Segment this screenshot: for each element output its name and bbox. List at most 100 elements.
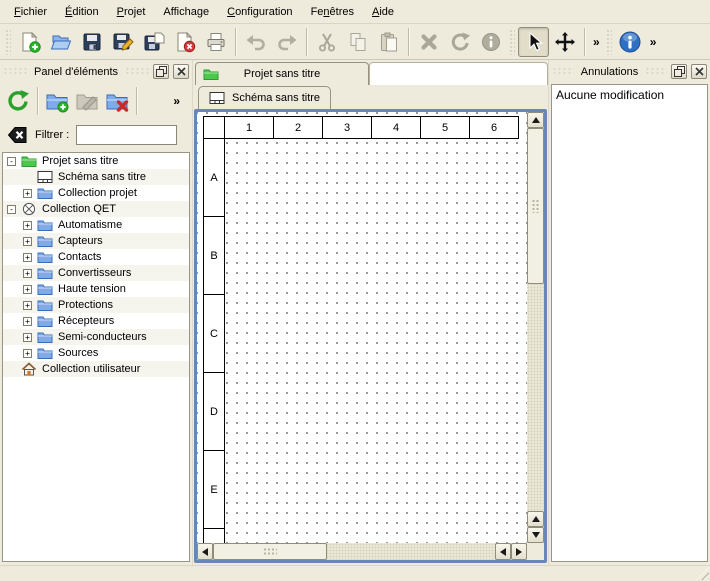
open-project-button[interactable] (45, 27, 76, 57)
menu-fenetres[interactable]: Fenêtres (302, 2, 363, 22)
elements-panel-title: Panel d'éléments (31, 66, 121, 78)
menu-projet[interactable]: Projet (108, 2, 155, 22)
horizontal-scrollbar[interactable] (197, 543, 527, 560)
tree-item-protections[interactable]: + Protections (3, 297, 189, 313)
expander-icon[interactable]: + (23, 221, 32, 230)
expander-icon[interactable]: + (23, 237, 32, 246)
expander-icon[interactable]: + (23, 285, 32, 294)
float-panel-button[interactable] (671, 64, 687, 79)
delete-category-button[interactable] (102, 86, 132, 116)
tab-schema-sans-titre[interactable]: Schéma sans titre (198, 86, 331, 109)
tree-item-capteurs[interactable]: + Capteurs (3, 233, 189, 249)
vertical-scroll-thumb[interactable] (527, 128, 544, 284)
vertical-scrollbar[interactable] (527, 112, 544, 543)
folder-icon (37, 330, 53, 344)
expander-icon[interactable]: + (23, 301, 32, 310)
expander-icon[interactable]: + (23, 317, 32, 326)
expander-icon[interactable]: + (23, 333, 32, 342)
vertical-scroll-track[interactable] (527, 284, 544, 511)
about-button[interactable] (615, 27, 646, 57)
diagram-canvas[interactable]: 1 2 3 4 5 6 A B C D E (197, 112, 527, 543)
menu-affichage[interactable]: Affichage (154, 2, 218, 22)
tab-bar-empty-area (369, 62, 548, 85)
toolbar-grip[interactable] (509, 29, 515, 55)
close-panel-button[interactable] (173, 64, 189, 79)
dock-grip[interactable] (645, 67, 667, 76)
toolbar-overflow-button[interactable]: » (646, 35, 660, 49)
elements-panel-titlebar[interactable]: Panel d'éléments (0, 60, 192, 82)
tree-item-haute-tension[interactable]: + Haute tension (3, 281, 189, 297)
cut-button[interactable] (311, 27, 342, 57)
tree-item-contacts[interactable]: + Contacts (3, 249, 189, 265)
tree-item-recepteurs[interactable]: + Récepteurs (3, 313, 189, 329)
tab-projet-sans-titre[interactable]: Projet sans titre (195, 62, 369, 85)
select-mode-button[interactable] (518, 27, 549, 57)
dock-grip[interactable] (125, 67, 149, 76)
save-button[interactable] (76, 27, 107, 57)
dock-grip[interactable] (552, 67, 574, 76)
dock-grip[interactable] (3, 67, 27, 76)
tree-item-semi-conducteurs[interactable]: + Semi-conducteurs (3, 329, 189, 345)
tree-item-collection-projet[interactable]: + Collection projet (3, 185, 189, 201)
menu-aide[interactable]: Aide (363, 2, 403, 22)
tree-item-label: Collection QET (42, 203, 116, 215)
close-file-button[interactable] (169, 27, 200, 57)
toolbar-overflow-button[interactable]: » (589, 35, 603, 49)
properties-button[interactable] (475, 27, 506, 57)
undo-history-list[interactable]: Aucune modification (551, 84, 708, 562)
undo-list-item[interactable]: Aucune modification (556, 88, 703, 102)
redo-button[interactable] (271, 27, 302, 57)
expander-icon[interactable]: + (23, 269, 32, 278)
scroll-up-button[interactable] (527, 112, 544, 128)
undo-panel-titlebar[interactable]: Annulations (549, 60, 710, 82)
tree-item-schema-sans-titre[interactable]: Schéma sans titre (3, 169, 189, 185)
scroll-up-button[interactable] (527, 511, 544, 527)
expander-icon[interactable]: - (7, 205, 16, 214)
tree-item-collection-utilisateur[interactable]: Collection utilisateur (3, 361, 189, 377)
new-document-button[interactable] (14, 27, 45, 57)
delete-button[interactable] (413, 27, 444, 57)
float-panel-button[interactable] (153, 64, 169, 79)
clear-filter-icon[interactable] (6, 125, 28, 145)
tree-item-convertisseurs[interactable]: + Convertisseurs (3, 265, 189, 281)
tree-item-collection-qet[interactable]: - Collection QET (3, 201, 189, 217)
add-category-button[interactable] (42, 86, 72, 116)
scroll-left-button[interactable] (495, 543, 511, 560)
close-panel-button[interactable] (691, 64, 707, 79)
panel-overflow-button[interactable]: » (169, 94, 183, 108)
main-toolbar: » » (0, 24, 710, 60)
folder-icon (37, 218, 53, 232)
tree-item-automatisme[interactable]: + Automatisme (3, 217, 189, 233)
expander-icon[interactable]: + (23, 189, 32, 198)
paste-button[interactable] (373, 27, 404, 57)
horizontal-scroll-track[interactable] (327, 543, 495, 560)
expander-icon[interactable]: + (23, 349, 32, 358)
toolbar-grip[interactable] (606, 29, 612, 55)
undo-button[interactable] (240, 27, 271, 57)
tree-item-sources[interactable]: + Sources (3, 345, 189, 361)
float-icon (674, 66, 685, 77)
tree-item-projet-sans-titre[interactable]: - Projet sans titre (3, 153, 189, 169)
resize-grip-icon[interactable] (696, 567, 709, 580)
reload-collections-button[interactable] (3, 86, 33, 116)
menu-edition[interactable]: Édition (56, 2, 108, 22)
move-mode-button[interactable] (549, 27, 580, 57)
menu-configuration[interactable]: Configuration (218, 2, 301, 22)
horizontal-scroll-thumb[interactable] (213, 543, 327, 560)
toolbar-grip[interactable] (5, 29, 11, 55)
scroll-left-button[interactable] (197, 543, 213, 560)
grid-corner-cell (203, 116, 225, 139)
print-button[interactable] (200, 27, 231, 57)
edit-category-button[interactable] (72, 86, 102, 116)
menu-fichier[interactable]: Fichier (5, 2, 56, 22)
scroll-down-button[interactable] (527, 527, 544, 543)
rotate-button[interactable] (444, 27, 475, 57)
scroll-right-button[interactable] (511, 543, 527, 560)
filter-input[interactable] (76, 125, 177, 145)
expander-icon[interactable]: - (7, 157, 16, 166)
copy-button[interactable] (342, 27, 373, 57)
filter-label: Filtrer : (35, 129, 69, 141)
save-all-button[interactable] (138, 27, 169, 57)
save-as-button[interactable] (107, 27, 138, 57)
expander-icon[interactable]: + (23, 253, 32, 262)
